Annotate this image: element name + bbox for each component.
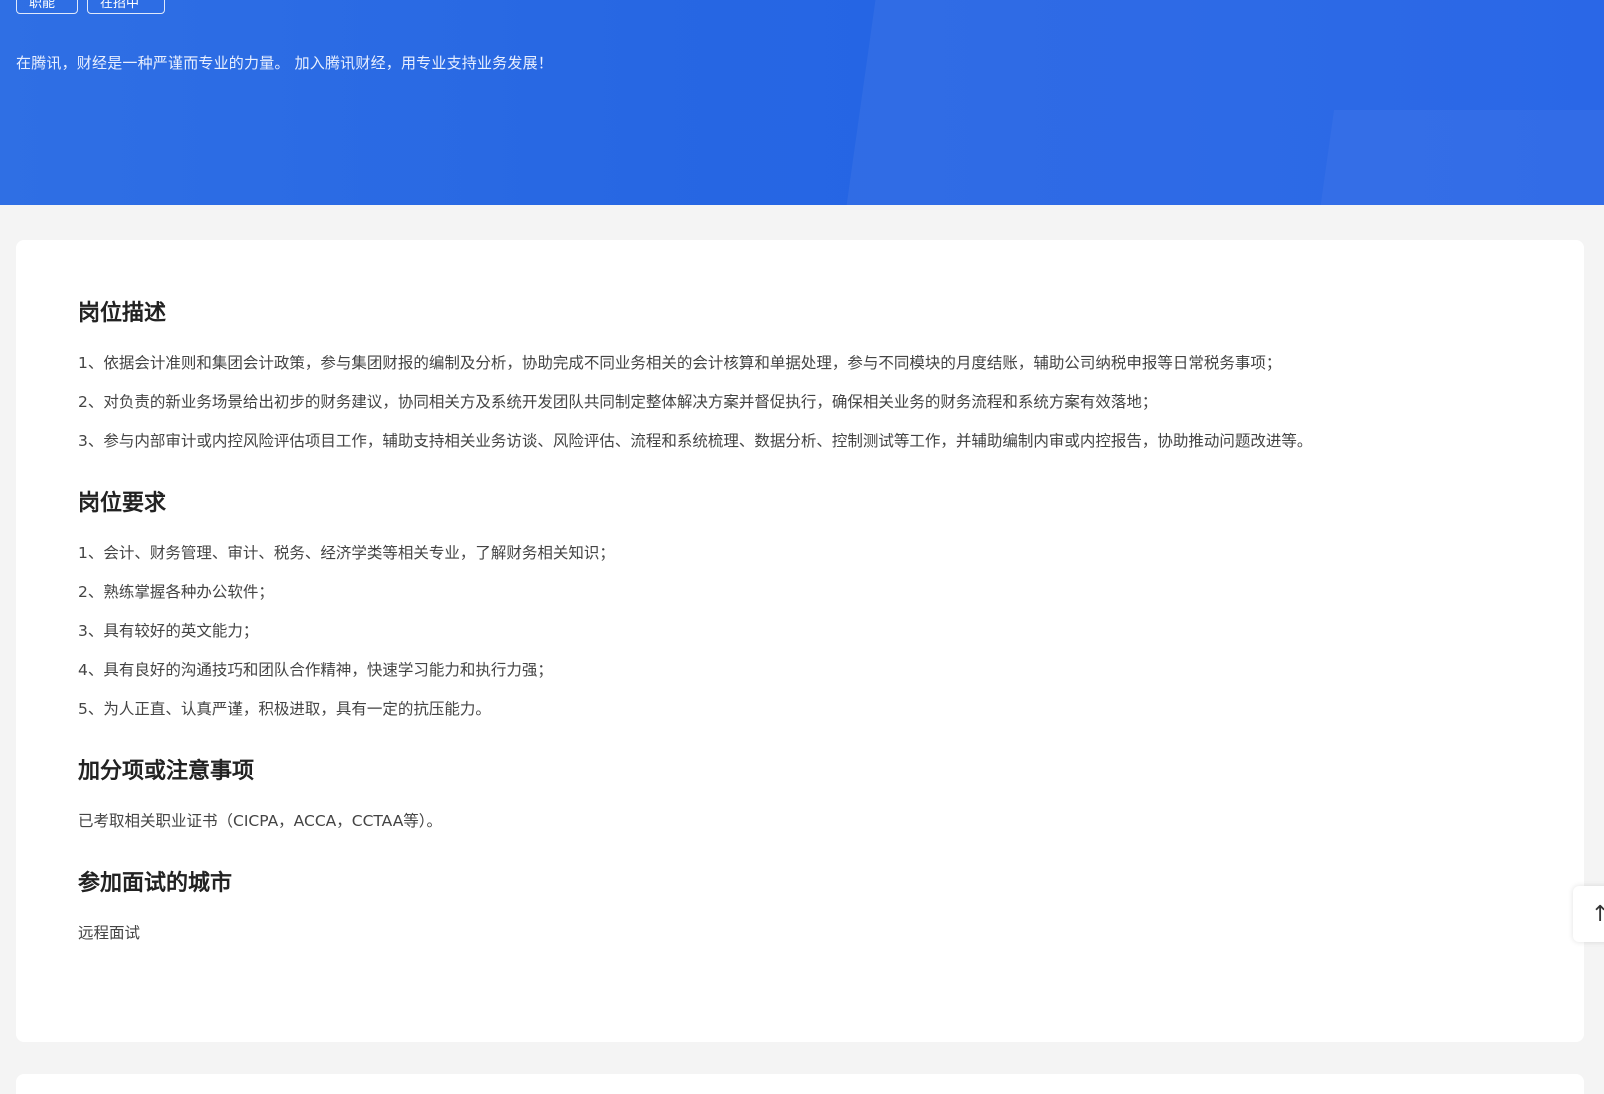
section-title: 岗位要求	[78, 491, 167, 516]
description-item: 3、参与内部审计或内控风险评估项目工作，辅助支持相关业务访谈、风险评估、流程和系…	[78, 432, 1313, 450]
section-title: 加分项或注意事项	[78, 759, 255, 784]
requirement-item: 3、具有较好的英文能力；	[78, 622, 259, 640]
description-item: 2、对负责的新业务场景给出初步的财务建议，协同相关方及系统开发团队共同制定整体解…	[78, 393, 1158, 411]
bonus-item: 已考取相关职业证书（CICPA，ACCA，CCTAA等）。	[78, 812, 443, 830]
requirement-item: 5、为人正直、认真严谨，积极进取，具有一定的抗压能力。	[78, 700, 491, 718]
job-status-tag: 在招中	[87, 0, 165, 14]
job-detail-card: 岗位描述 1、依据会计准则和集团会计政策，参与集团财报的编制及分析，协助完成不同…	[16, 240, 1584, 1042]
arrow-up-icon: ↑	[1591, 901, 1604, 927]
section-bonus-notes: 加分项或注意事项 已考取相关职业证书（CICPA，ACCA，CCTAA等）。	[78, 756, 1584, 841]
back-to-top-button[interactable]: ↑	[1573, 886, 1604, 942]
section-title: 岗位描述	[78, 301, 167, 326]
section-title: 参加面试的城市	[78, 871, 233, 896]
job-category-tag: 职能	[16, 0, 78, 14]
interview-city-item: 远程面试	[78, 924, 141, 942]
requirement-item: 1、会计、财务管理、审计、税务、经济学类等相关专业，了解财务相关知识；	[78, 544, 615, 562]
next-card-edge	[16, 1074, 1584, 1094]
description-item: 1、依据会计准则和集团会计政策，参与集团财报的编制及分析，协助完成不同业务相关的…	[78, 354, 1282, 372]
section-job-description: 岗位描述 1、依据会计准则和集团会计政策，参与集团财报的编制及分析，协助完成不同…	[78, 298, 1584, 461]
section-interview-cities: 参加面试的城市 远程面试	[78, 868, 1584, 953]
header-banner: 职能 在招中 在腾讯，财经是一种严谨而专业的力量。 加入腾讯财经，用专业支持业务…	[0, 0, 1604, 205]
requirement-item: 4、具有良好的沟通技巧和团队合作精神，快速学习能力和执行力强；	[78, 661, 553, 679]
requirement-item: 2、熟练掌握各种办公软件；	[78, 583, 274, 601]
banner-slogan: 在腾讯，财经是一种严谨而专业的力量。 加入腾讯财经，用专业支持业务发展！	[16, 54, 553, 72]
section-job-requirements: 岗位要求 1、会计、财务管理、审计、税务、经济学类等相关专业，了解财务相关知识；…	[78, 488, 1584, 729]
banner-decoration	[1305, 110, 1604, 205]
